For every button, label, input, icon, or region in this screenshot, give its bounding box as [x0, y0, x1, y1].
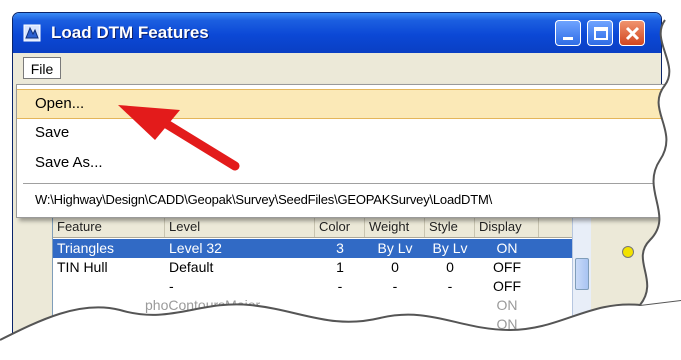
maximize-icon: [594, 27, 608, 40]
cell-weight: By Lv: [377, 240, 413, 256]
cell-feature: -: [169, 278, 174, 294]
cell-display: ON: [496, 316, 518, 332]
column-header-display[interactable]: Display: [475, 217, 539, 237]
cell-display: ON: [496, 297, 518, 313]
features-table: Feature Level Color Weight Style Display…: [52, 216, 574, 342]
menu-item-save[interactable]: Save: [17, 119, 679, 147]
cell-style: 0: [446, 259, 454, 275]
cell-style: By Lv: [432, 240, 468, 256]
window-title: Load DTM Features: [51, 23, 209, 42]
cell-display: OFF: [493, 278, 521, 294]
cell-weight: -: [392, 278, 398, 294]
cell-color: 3: [336, 240, 344, 256]
table-row[interactable]: TIN Hull Default 1 0 0 OFF: [53, 258, 573, 277]
maximize-button[interactable]: [587, 20, 613, 46]
table-row[interactable]: oContoursM ON: [53, 315, 573, 334]
cell-color: 1: [336, 259, 344, 275]
table-header: Feature Level Color Weight Style Display: [53, 217, 573, 238]
app-icon: [23, 24, 41, 42]
file-menu[interactable]: File: [23, 57, 61, 79]
menu-item-recent-file[interactable]: W:\Highway\Design\CADD\Geopak\Survey\See…: [17, 186, 679, 214]
cell-color: -: [337, 278, 343, 294]
column-header-feature[interactable]: Feature: [53, 217, 165, 237]
scrollbar-thumb[interactable]: [575, 258, 589, 290]
table-row[interactable]: - - - - OFF: [53, 277, 573, 296]
cell-feature: Triangles: [57, 240, 115, 256]
minimize-button[interactable]: [555, 20, 581, 46]
cell-style: -: [447, 278, 453, 294]
cell-weight: 0: [391, 259, 399, 275]
cell-feature: oContoursM: [157, 316, 234, 332]
table-scrollbar[interactable]: [572, 216, 591, 340]
column-header-level[interactable]: Level: [165, 217, 315, 237]
column-header-color[interactable]: Color: [315, 217, 365, 237]
cell-feature: phoContoursMajor: [145, 297, 261, 313]
menu-item-save-as[interactable]: Save As...: [17, 149, 679, 177]
cell-display: OFF: [493, 259, 521, 275]
cell-level: Default: [169, 259, 214, 275]
table-row[interactable]: Triangles Level 32 3 By Lv By Lv ON: [53, 239, 573, 258]
menu-bar: File: [13, 53, 661, 83]
cell-display: ON: [496, 240, 518, 256]
table-row[interactable]: phoContoursMajor ON: [53, 296, 573, 315]
cell-feature: TIN Hull: [57, 259, 108, 275]
column-header-style[interactable]: Style: [425, 217, 475, 237]
minimize-icon: [563, 37, 573, 40]
menu-separator: [23, 183, 673, 184]
column-header-weight[interactable]: Weight: [365, 217, 425, 237]
title-bar[interactable]: Load DTM Features: [13, 13, 661, 53]
color-swatch[interactable]: [622, 246, 634, 258]
file-dropdown-menu: Open... Save Save As... W:\Highway\Desig…: [16, 84, 680, 218]
close-button[interactable]: [619, 20, 645, 46]
cell-level: Level 32: [169, 240, 222, 256]
menu-item-open[interactable]: Open...: [17, 89, 679, 119]
close-icon: [625, 26, 640, 41]
